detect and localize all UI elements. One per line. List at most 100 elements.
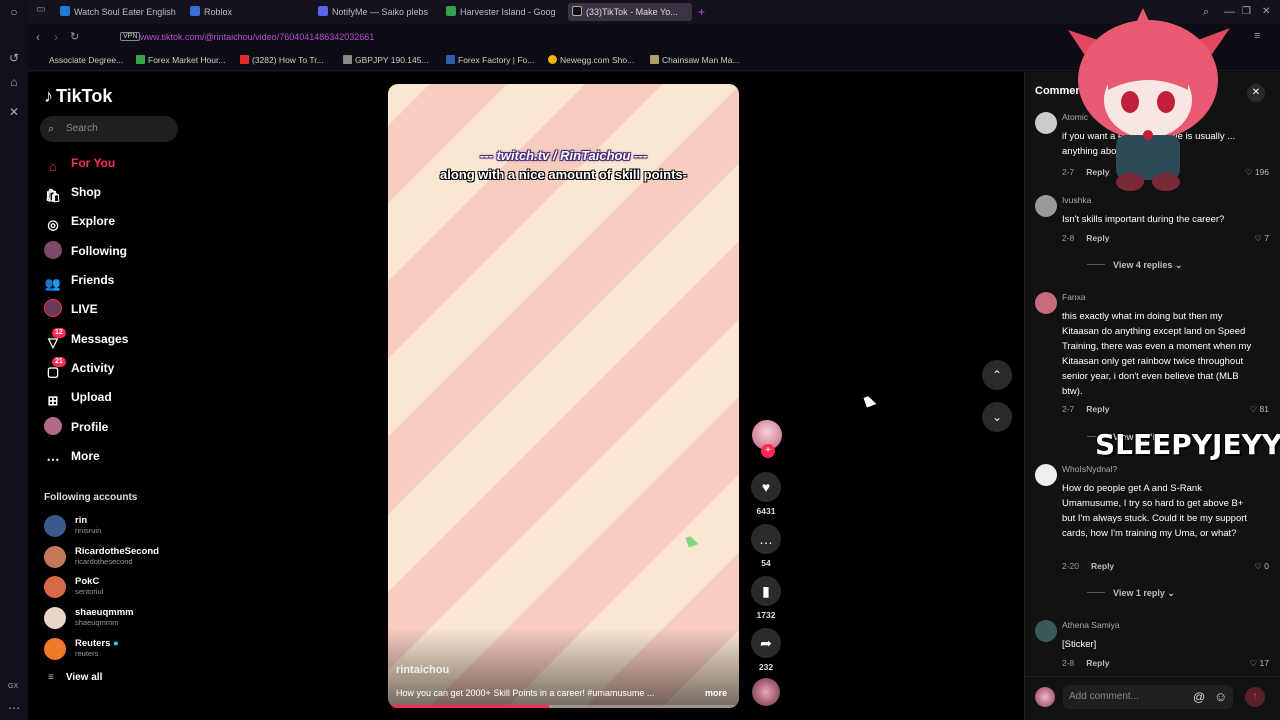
history-icon[interactable]: ↺ [6, 50, 22, 66]
account-name: Reuters ● [75, 638, 119, 649]
nav-label: Profile [71, 420, 109, 434]
reply-button[interactable]: Reply [1091, 561, 1114, 571]
bookmark-item[interactable]: Forex Factory | Fo... [446, 55, 534, 65]
back-icon[interactable]: ‹ [36, 30, 40, 44]
nav-messages[interactable]: ▽ 12 Messages [44, 328, 184, 350]
comment-meta: 2-8 Reply [1062, 658, 1109, 668]
tiktok-logo[interactable]: ♪ TikTok [44, 86, 112, 107]
tab-notifyme[interactable]: NotifyMe — Saiko plebs [318, 3, 436, 21]
avatar [1035, 292, 1057, 314]
view-replies-button[interactable]: View 4 replies ⌄ [1087, 260, 1182, 271]
account-name: RicardotheSecond [75, 546, 159, 557]
bookmark-item[interactable]: Newegg.com Sho... [548, 55, 634, 65]
reply-button[interactable]: Reply [1086, 658, 1109, 668]
comment-meta: 2-8 Reply [1062, 233, 1109, 243]
browser-menu-icon[interactable]: ≡ [1254, 30, 1260, 42]
bookmark-item[interactable]: GBPJPY 190.145... [343, 55, 429, 65]
bookmark-item[interactable]: Chainsaw Man Ma... [650, 55, 739, 65]
tab-label: Roblox [204, 7, 233, 17]
bookmark-item[interactable]: Associate Degree... [49, 55, 123, 65]
follow-plus-icon[interactable]: + [761, 444, 775, 458]
more-button[interactable]: more [705, 688, 727, 698]
following-account-item[interactable]: RicardotheSecond ricardothesecond [44, 545, 194, 571]
nav-explore[interactable]: ◎ Explore [44, 210, 184, 232]
account-handle: ricardothesecond [75, 557, 133, 566]
comment-user[interactable]: Athena Samiya [1062, 620, 1120, 630]
reload-icon[interactable]: ↻ [70, 30, 79, 43]
new-tab-button[interactable]: + [698, 3, 712, 21]
mention-icon[interactable]: @ [1193, 690, 1205, 704]
forward-icon[interactable]: › [54, 30, 58, 44]
tab-soul-eater[interactable]: Watch Soul Eater English S [60, 3, 178, 21]
view-replies-button[interactable]: View 1 reply ⌄ [1087, 588, 1175, 599]
comment-like-count: 0 [1264, 561, 1269, 571]
account-name: rin [75, 515, 88, 526]
nav-more[interactable]: ⋯ More [44, 445, 184, 467]
tab-roblox[interactable]: Roblox [190, 3, 290, 21]
emoji-icon[interactable]: ☺ [1214, 689, 1227, 704]
search-input[interactable]: ⌕ Search [40, 116, 178, 142]
list-icon: ≡ [48, 672, 54, 683]
nav-following[interactable]: Following [44, 240, 184, 262]
nav-friends[interactable]: 👥 Friends [44, 269, 184, 291]
bookmark-icon: ▮ [751, 576, 781, 606]
maximize-icon[interactable]: ❐ [1242, 3, 1251, 21]
like-button[interactable]: ♥ 6431 [750, 472, 782, 516]
comment-button[interactable]: … 54 [750, 524, 782, 568]
nav-upload[interactable]: ⊞ Upload [44, 386, 184, 408]
bookmark-item[interactable]: (3282) How To Tr... [240, 55, 324, 65]
following-account-item[interactable]: rin rinisruin [44, 514, 194, 540]
chevron-down-icon: ⌄ [991, 410, 1003, 424]
comment-like-button[interactable]: ♡ 81 [1250, 404, 1269, 415]
search-placeholder: Search [66, 123, 98, 134]
gaming-icon[interactable]: ⌂ [6, 74, 22, 90]
following-account-item[interactable]: PokC sentoriul [44, 575, 194, 601]
comment-like-button[interactable]: ♡ 17 [1250, 658, 1269, 669]
music-disc-icon[interactable] [752, 678, 780, 706]
profile-icon [44, 417, 62, 435]
nav-activity[interactable]: ▢ 21 Activity [44, 357, 184, 379]
comment-like-button[interactable]: ♡ 0 [1254, 561, 1269, 572]
nav-live[interactable]: LIVE [44, 298, 184, 320]
following-account-item[interactable]: shaeuqmmm shaeuqmmm [44, 606, 194, 632]
comment-user[interactable]: WhoIsNydnal? [1062, 464, 1117, 474]
video-player[interactable]: --- twitch.tv / RinTaichou --- along wit… [388, 84, 739, 708]
following-account-item[interactable]: Reuters ● reuters [44, 637, 194, 663]
nav-for-you[interactable]: ⌂ For You [44, 152, 184, 174]
bookmark-item[interactable]: Forex Market Hour... [136, 55, 225, 65]
comment-item: WhoIsNydnal? How do people get A and S-R… [1035, 464, 1275, 574]
save-button[interactable]: ▮ 1732 [750, 576, 782, 620]
close-comments-button[interactable]: ✕ [1247, 84, 1265, 102]
close-window-icon[interactable]: ✕ [1262, 3, 1270, 21]
comment-count: 54 [761, 558, 771, 568]
tab-tiktok[interactable]: (33)TikTok - Make Yo... [568, 3, 692, 21]
share-button[interactable]: ➦ 232 [750, 628, 782, 672]
view-all-button[interactable]: ≡ View all [48, 672, 102, 683]
comment-user[interactable]: Fanxa [1062, 292, 1086, 302]
nav-profile[interactable]: Profile [44, 416, 184, 438]
send-button[interactable]: ↑ [1245, 687, 1265, 707]
previous-video-button[interactable]: ⌃ [982, 360, 1012, 390]
nav-shop[interactable]: 🛍 Shop [44, 181, 184, 203]
comment-like-button[interactable]: ♡ 196 [1245, 167, 1269, 178]
reply-button[interactable]: Reply [1086, 233, 1109, 243]
nav-label: Following [71, 244, 127, 258]
comment-user[interactable]: Ivushka [1062, 195, 1091, 205]
video-author[interactable]: rintaichou [396, 664, 449, 676]
url-field[interactable]: www.tiktok.com/@rintaichou/video/7604041… [140, 32, 374, 42]
tab-harvester-island[interactable]: Harvester Island - Google [446, 3, 556, 21]
view-replies-label: View 1 reply [1113, 588, 1165, 598]
reply-button[interactable]: Reply [1086, 404, 1109, 414]
save-count: 1732 [756, 610, 776, 620]
comment-like-button[interactable]: ♡ 7 [1254, 233, 1269, 244]
heart-icon: ♥ [751, 472, 781, 502]
rail-more-icon[interactable]: ⋯ [6, 700, 22, 716]
next-video-button[interactable]: ⌄ [982, 402, 1012, 432]
tab-menu-icon[interactable]: ▭ [36, 4, 45, 15]
heart-outline-icon: ♡ [1249, 658, 1258, 668]
add-comment-input[interactable]: Add comment... [1063, 685, 1233, 709]
vpn-badge[interactable]: VPN [120, 32, 141, 41]
video-progress-bar[interactable] [388, 705, 739, 708]
opera-logo-icon[interactable]: ○ [6, 4, 22, 20]
x-twitter-icon[interactable]: ✕ [6, 104, 22, 120]
